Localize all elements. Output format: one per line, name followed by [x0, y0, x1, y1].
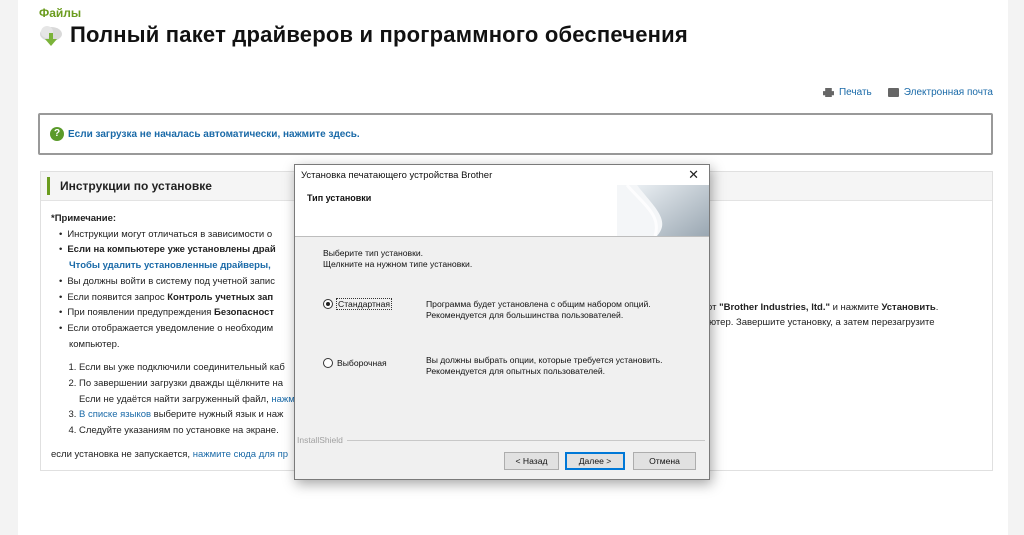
option-standard[interactable]: Стандартная: [323, 298, 393, 310]
print-label: Печать: [838, 87, 872, 98]
download-link[interactable]: Если загрузка не началась автоматически,…: [68, 129, 360, 140]
instructions-heading: Инструкции по установке: [60, 179, 212, 193]
cloud-download-icon: [40, 26, 62, 46]
option-custom[interactable]: Выборочная: [323, 358, 387, 368]
remove-drivers-link[interactable]: Чтобы удалить установленные драйверы,: [69, 260, 271, 271]
radio-custom[interactable]: [323, 358, 333, 368]
language-list-link[interactable]: В списке языков: [79, 409, 151, 420]
installer-dialog: Установка печатающего устройства Brother…: [294, 164, 710, 480]
breadcrumb[interactable]: Файлы: [39, 6, 81, 20]
page-header: Полный пакет драйверов и программного об…: [38, 22, 688, 48]
page-title: Полный пакет драйверов и программного об…: [70, 22, 688, 47]
printer-icon: [822, 88, 834, 97]
back-button[interactable]: < Назад: [504, 452, 559, 470]
close-icon[interactable]: ✕: [688, 167, 699, 183]
dialog-titlebar[interactable]: Установка печатающего устройства Brother…: [295, 165, 709, 185]
separator-line: [346, 439, 705, 441]
radio-standard[interactable]: [323, 299, 333, 309]
instruction-fragment: от "Brother Industries, ltd." и нажмите …: [707, 302, 939, 313]
email-link[interactable]: Электронная почта: [887, 87, 993, 98]
cancel-button[interactable]: Отмена: [633, 452, 696, 470]
dialog-prompt: Выберите тип установки. Щелкните на нужн…: [323, 248, 473, 269]
mail-icon: [887, 88, 899, 97]
option-standard-label: Стандартная: [335, 298, 393, 310]
page-curl-graphic-icon: [617, 185, 709, 236]
instruction-fragment: ютер. Завершите установку, а затем перез…: [709, 317, 935, 328]
dialog-title: Установка печатающего устройства Brother: [301, 169, 493, 181]
page-actions: Печать Электронная почта: [822, 87, 993, 98]
download-notice: ? Если загрузка не началась автоматическ…: [38, 113, 993, 155]
option-custom-label: Выборочная: [337, 358, 387, 368]
dialog-subtitle: Тип установки: [307, 193, 372, 203]
print-link[interactable]: Печать: [822, 87, 872, 98]
help-icon: ?: [50, 127, 64, 141]
installshield-label: InstallShield: [297, 435, 343, 445]
option-custom-description: Вы должны выбрать опции, которые требует…: [426, 355, 663, 376]
installshield-separator: InstallShield: [297, 435, 705, 445]
email-label: Электронная почта: [903, 87, 993, 98]
footer-link[interactable]: нажмите сюда для пр: [193, 449, 288, 460]
file-help-link[interactable]: нажм: [271, 394, 294, 405]
option-standard-description: Программа будет установлена с общим набо…: [426, 299, 651, 320]
heading-accent-bar: [47, 177, 50, 195]
next-button[interactable]: Далее >: [565, 452, 625, 470]
dialog-header: Тип установки: [295, 185, 709, 237]
